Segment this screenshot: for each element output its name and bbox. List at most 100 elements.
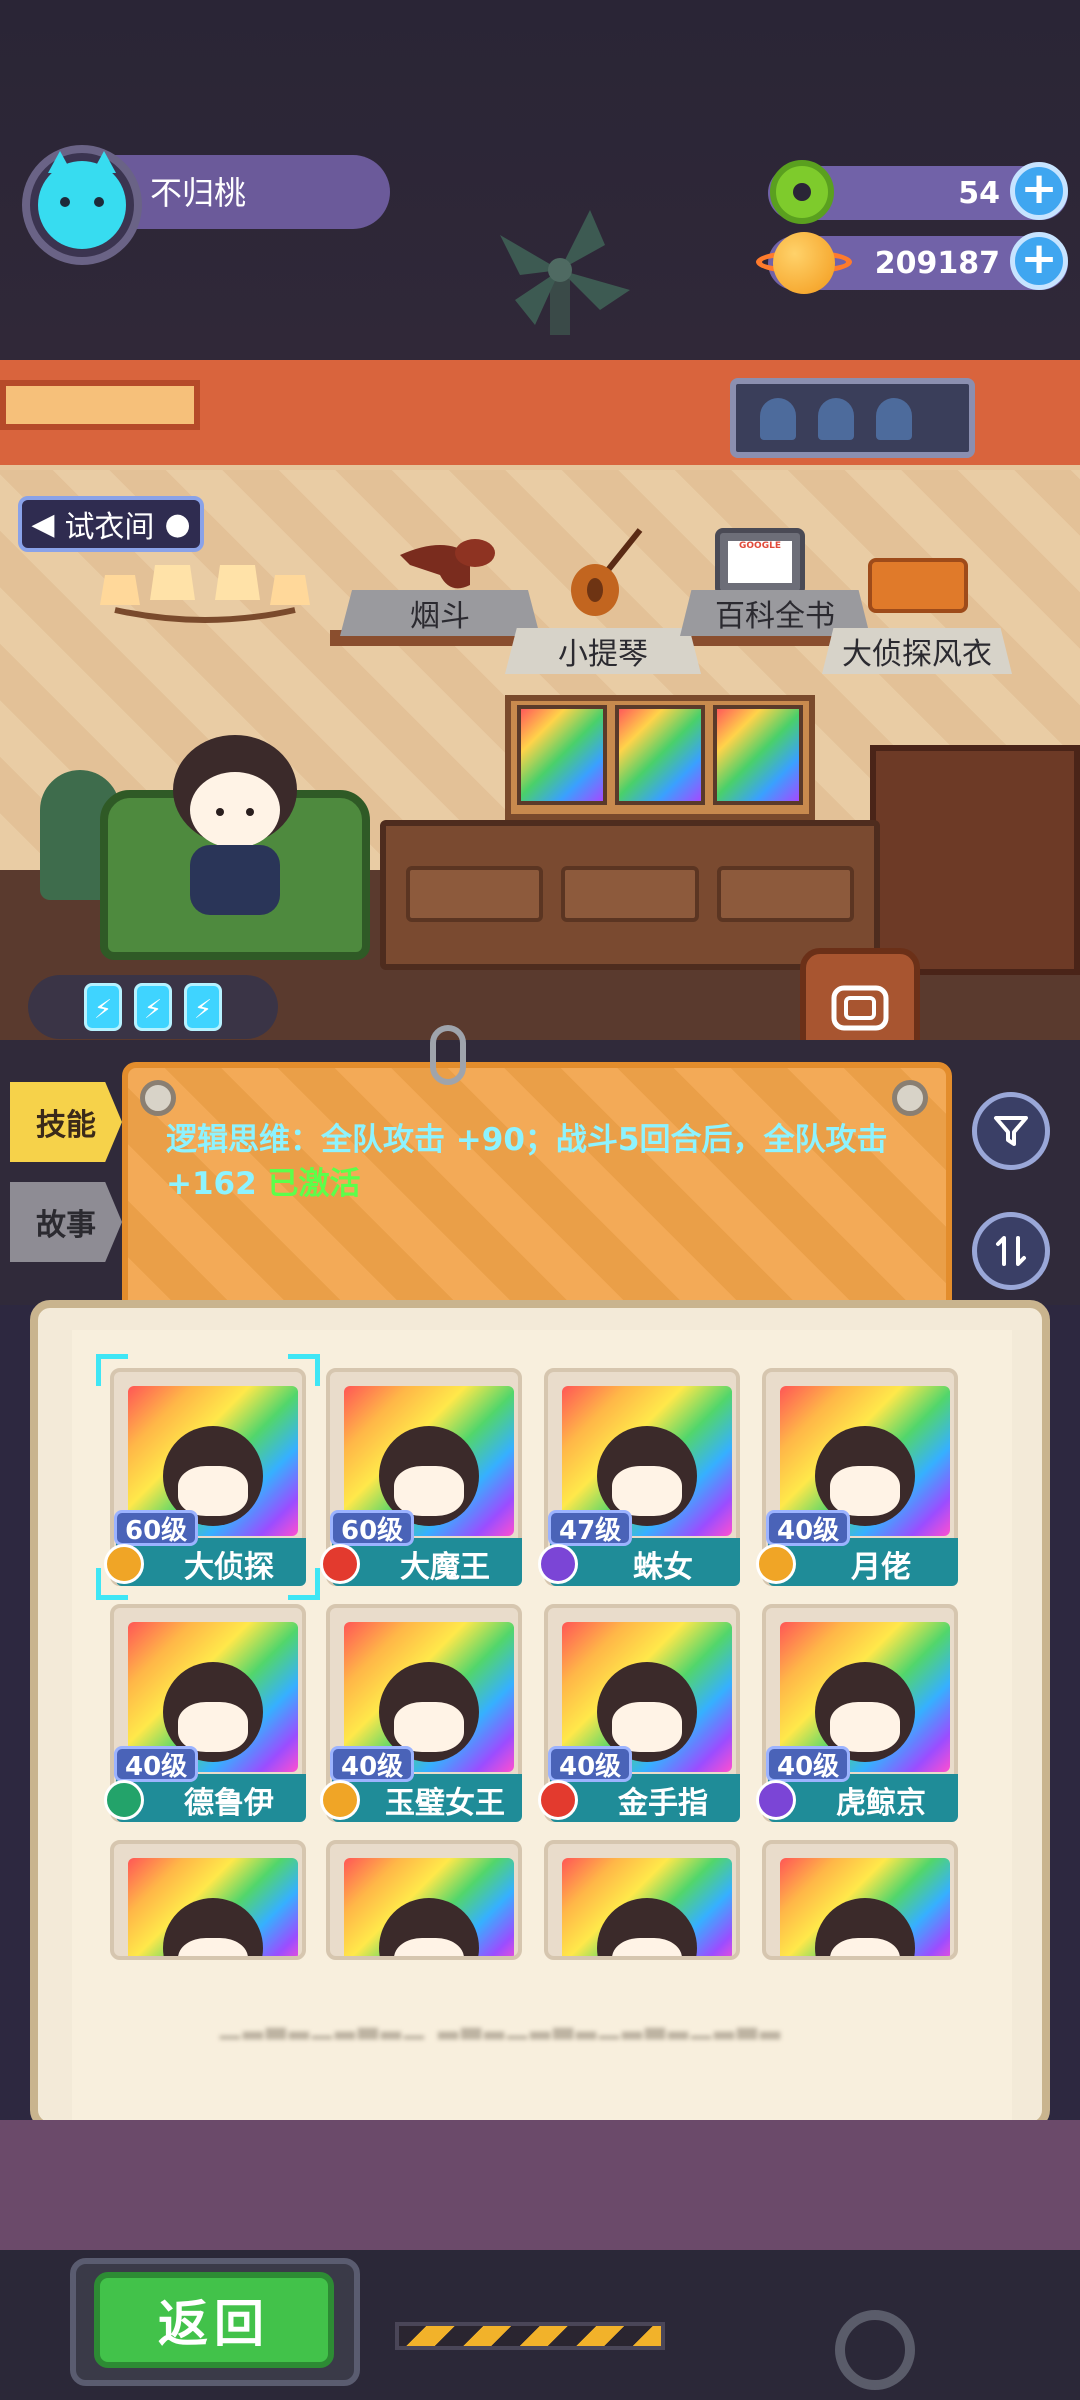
item-label-coat[interactable]: 大侦探风衣	[822, 628, 1012, 674]
character-level: 40级	[114, 1746, 199, 1782]
drawer	[716, 866, 854, 922]
class-badge-icon	[756, 1780, 796, 1820]
character-level: 47级	[548, 1510, 633, 1546]
character-face	[612, 1702, 682, 1752]
character-name: 蛛女	[633, 1550, 693, 1585]
add-donut-button[interactable]: +	[1010, 162, 1068, 220]
character-card[interactable]: 47级 蛛女	[538, 1368, 740, 1586]
character-card[interactable]: 60级大魔王	[320, 1368, 522, 1586]
drawer	[561, 866, 699, 922]
item-label-pipe[interactable]: 烟斗	[340, 590, 540, 636]
book-base	[0, 2120, 1080, 2250]
character-card[interactable]: 40级 金手指	[538, 1604, 740, 1822]
character-card[interactable]: 40级德鲁伊	[104, 1604, 306, 1822]
character-level: 60级	[330, 1510, 415, 1546]
character-card-partial[interactable]	[326, 1840, 522, 1960]
character-portrait	[344, 1858, 514, 1956]
wardrobe-icon	[831, 985, 889, 1031]
character-face	[830, 1702, 900, 1752]
skill-description: 逻辑思维：全队攻击 +90；战斗5回合后，全队攻击 +162 已激活	[166, 1118, 906, 1206]
sort-icon	[996, 1236, 1026, 1266]
character-portrait	[128, 1858, 298, 1956]
character-portrait	[562, 1858, 732, 1956]
gear-icon	[835, 2310, 915, 2390]
selection-corner	[288, 1354, 320, 1386]
sort-button[interactable]	[972, 1212, 1050, 1290]
character-name: 虎鲸京	[836, 1786, 926, 1821]
selection-corner	[288, 1568, 320, 1600]
character-card-partial[interactable]	[762, 1840, 958, 1960]
chandelier-lamp	[100, 565, 310, 623]
donut-count: 54	[958, 176, 1000, 211]
board-pin	[140, 1080, 176, 1116]
portrait-mini	[517, 705, 607, 805]
player-name: 不归桃	[150, 174, 247, 212]
page-text-blurred: ▁▂▃▂▁▂▃▂▁ ▂▃▂▁▂▃▂▁▂▃▂▁▂▃▂	[220, 2010, 784, 2040]
energy-icon: ⚡	[84, 983, 122, 1031]
player-avatar[interactable]	[22, 145, 142, 265]
ghost-panel	[730, 378, 975, 458]
character-face	[394, 1466, 464, 1516]
energy-indicator: ⚡ ⚡ ⚡	[28, 975, 278, 1039]
character-card[interactable]: 40级虎鲸京	[756, 1604, 958, 1822]
character-face	[612, 1466, 682, 1516]
class-badge-icon	[538, 1544, 578, 1584]
character-card[interactable]: 40级 月佬	[756, 1368, 958, 1586]
ghost-icon	[876, 398, 912, 440]
class-badge-icon	[756, 1544, 796, 1584]
character-level: 40级	[766, 1746, 851, 1782]
energy-icon: ⚡	[134, 983, 172, 1031]
detective-character[interactable]	[150, 730, 320, 930]
tab-story[interactable]: 故事	[10, 1182, 122, 1262]
character-name: 大魔王	[400, 1550, 490, 1585]
add-coin-button[interactable]: +	[1010, 232, 1068, 290]
filter-button[interactable]	[972, 1092, 1050, 1170]
portrait-frame	[505, 695, 815, 820]
tablet-screen: GOOGLE	[728, 541, 792, 583]
character-level: 40级	[330, 1746, 415, 1782]
board-pin	[892, 1080, 928, 1116]
back-arrow-icon: ◀	[31, 506, 55, 542]
tab-skill[interactable]: 技能	[10, 1082, 122, 1162]
detective-coat-icon	[868, 558, 968, 613]
character-card[interactable]: 40级玉璧女王	[320, 1604, 522, 1822]
character-face	[178, 1466, 248, 1516]
character-name: 玉璧女王	[385, 1786, 505, 1821]
character-level: 60级	[114, 1510, 199, 1546]
fitting-room-button[interactable]: ◀ 试衣间 ●	[18, 496, 204, 552]
character-face	[394, 1702, 464, 1752]
character-card-partial[interactable]	[544, 1840, 740, 1960]
class-badge-icon	[320, 1544, 360, 1584]
selection-corner	[96, 1568, 128, 1600]
tablet-brand: GOOGLE	[739, 541, 781, 551]
cat-avatar-icon	[38, 151, 126, 249]
selection-corner	[96, 1354, 128, 1386]
hazard-stripe	[395, 2322, 665, 2350]
windmill-fan-icon	[500, 210, 630, 335]
portrait-mini	[713, 705, 803, 805]
character-level: 40级	[766, 1510, 851, 1546]
dot-icon: ●	[164, 506, 191, 542]
portrait-mini	[615, 705, 705, 805]
fitting-room-label: 试衣间	[64, 510, 155, 545]
violin-icon	[571, 528, 643, 616]
item-label-violin[interactable]: 小提琴	[505, 628, 701, 674]
coin-count: 209187	[874, 246, 1000, 281]
character-card[interactable]: 60级 大侦探	[104, 1368, 306, 1586]
paper-clip	[430, 1025, 466, 1085]
character-card-partial[interactable]	[110, 1840, 306, 1960]
character-level: 40级	[548, 1746, 633, 1782]
energy-icon: ⚡	[184, 983, 222, 1031]
drawer	[406, 866, 544, 922]
ghost-icon	[818, 398, 854, 440]
character-face	[178, 1702, 248, 1752]
back-button[interactable]: 返回	[94, 2272, 334, 2368]
class-badge-icon	[538, 1780, 578, 1820]
encyclopedia-tablet: GOOGLE	[715, 528, 805, 596]
character-name: 德鲁伊	[184, 1786, 274, 1821]
wall-vent	[0, 380, 200, 430]
filter-icon	[994, 1116, 1028, 1146]
class-badge-icon	[320, 1780, 360, 1820]
skill-status: 已激活	[267, 1166, 361, 1202]
ghost-icon	[760, 398, 796, 440]
